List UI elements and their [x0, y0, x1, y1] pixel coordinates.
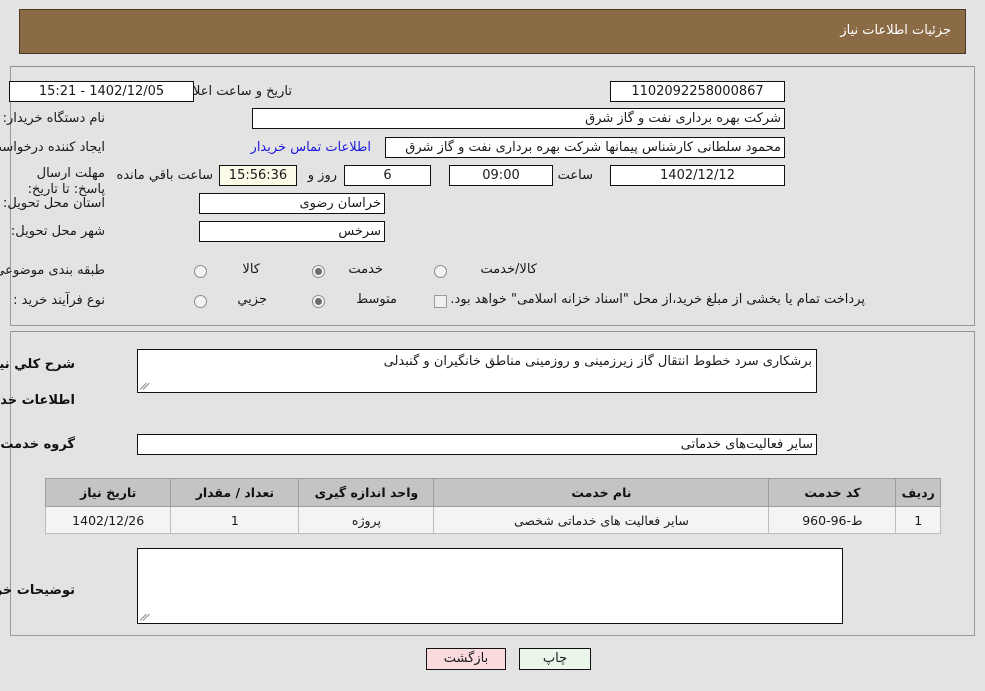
- deadline-label: مهلت ارسال پاسخ: تا تاریخ:: [27, 166, 105, 198]
- process-label-motavaset: متوسط: [356, 292, 397, 307]
- treasury-documents-checkbox[interactable]: [434, 295, 447, 308]
- remaining-timer-value: 15:56:36: [219, 165, 297, 186]
- print-button[interactable]: چاپ: [519, 648, 591, 670]
- remaining-timer-label: ساعت باقي مانده: [116, 168, 213, 183]
- process-label-jozei: جزیي: [237, 292, 267, 307]
- service-group-value: سایر فعالیت‌های خدماتی: [137, 434, 817, 455]
- need-number-value: 1102092258000867: [610, 81, 785, 102]
- th-date: تاریخ نیاز: [44, 478, 172, 507]
- tender-details-page: AriaTender .net جزئیات اطلاعات نیاز شمار…: [0, 0, 985, 691]
- deadline-time-value: 09:00: [449, 165, 553, 186]
- page-title: جزئیات اطلاعات نیاز: [840, 23, 951, 38]
- service-group-label: گروه خدمت:: [0, 437, 75, 452]
- city-label: شهر محل تحویل:: [10, 224, 105, 239]
- deadline-time-label: ساعت: [557, 168, 593, 183]
- table-header-row: ردیف کد خدمت نام خدمت واحد اندازه گیری ت…: [44, 478, 941, 507]
- resize-grip-icon[interactable]: [140, 381, 150, 391]
- buyer-notes-label: توضیحات خریدار:: [0, 583, 75, 598]
- province-label: استان محل تحویل:: [3, 196, 105, 211]
- requester-label: ایجاد کننده درخواست:: [0, 140, 105, 155]
- th-row: ردیف: [895, 478, 941, 507]
- category-radio-khedmat[interactable]: [312, 265, 325, 278]
- cell-unit: پروژه: [298, 506, 435, 534]
- requester-value: محمود سلطانی کارشناس پیمانها شرکت بهره ب…: [385, 137, 785, 158]
- need-info-panel: [10, 66, 975, 326]
- cell-date: 1402/12/26: [44, 506, 172, 534]
- th-qty: تعداد / مقدار: [170, 478, 300, 507]
- remaining-days-label: روز و: [307, 168, 337, 183]
- th-unit: واحد اندازه گیری: [298, 478, 435, 507]
- buyer-contact-link[interactable]: اطلاعات تماس خریدار: [251, 140, 371, 155]
- buyer-org-value: شرکت بهره برداری نفت و گاز شرق: [252, 108, 785, 129]
- category-label: طبقه بندی موضوعی:: [0, 263, 105, 278]
- cell-code: ط-96-960: [768, 506, 897, 534]
- category-label-kala-khedmat: کالا/خدمت: [480, 262, 537, 277]
- need-summary-textarea[interactable]: برشکاری سرد خطوط انتقال گاز زیرزمینی و ر…: [137, 349, 817, 393]
- need-summary-text: برشکاری سرد خطوط انتقال گاز زیرزمینی و ر…: [383, 354, 812, 369]
- back-button[interactable]: بازگشت: [426, 648, 506, 670]
- th-name: نام خدمت: [433, 478, 770, 507]
- city-value: سرخس: [199, 221, 385, 242]
- th-code: کد خدمت: [768, 478, 897, 507]
- category-radio-kala-khedmat[interactable]: [434, 265, 447, 278]
- deadline-date-value: 1402/12/12: [610, 165, 785, 186]
- resize-grip-icon[interactable]: [140, 612, 150, 622]
- province-value: خراسان رضوی: [199, 193, 385, 214]
- need-summary-label: شرح کلي نیاز:: [0, 357, 75, 372]
- process-radio-motavaset[interactable]: [312, 295, 325, 308]
- category-label-kala: کالا: [242, 262, 260, 277]
- services-section-heading: اطلاعات خدمات مورد نیاز: [0, 393, 75, 408]
- services-table: ردیف کد خدمت نام خدمت واحد اندازه گیری ت…: [44, 478, 941, 534]
- remaining-days-value: 6: [344, 165, 431, 186]
- treasury-note-text: پرداخت تمام یا بخشی از مبلغ خرید،از محل …: [450, 292, 865, 307]
- cell-name: سایر فعالیت های خدماتی شخصی: [433, 506, 770, 534]
- process-radio-jozei[interactable]: [194, 295, 207, 308]
- public-announce-value: 1402/12/05 - 15:21: [9, 81, 194, 102]
- buyer-notes-textarea[interactable]: [137, 548, 843, 624]
- page-header-bar: جزئیات اطلاعات نیاز: [19, 9, 966, 54]
- category-radio-kala[interactable]: [194, 265, 207, 278]
- process-label: نوع فرآیند خرید :: [13, 293, 105, 308]
- cell-qty: 1: [170, 506, 300, 534]
- buyer-org-label: نام دستگاه خریدار:: [2, 111, 105, 126]
- cell-row: 1: [895, 506, 941, 534]
- table-row: 1 ط-96-960 سایر فعالیت های خدماتی شخصی پ…: [44, 506, 941, 534]
- category-label-khedmat: خدمت: [348, 262, 383, 277]
